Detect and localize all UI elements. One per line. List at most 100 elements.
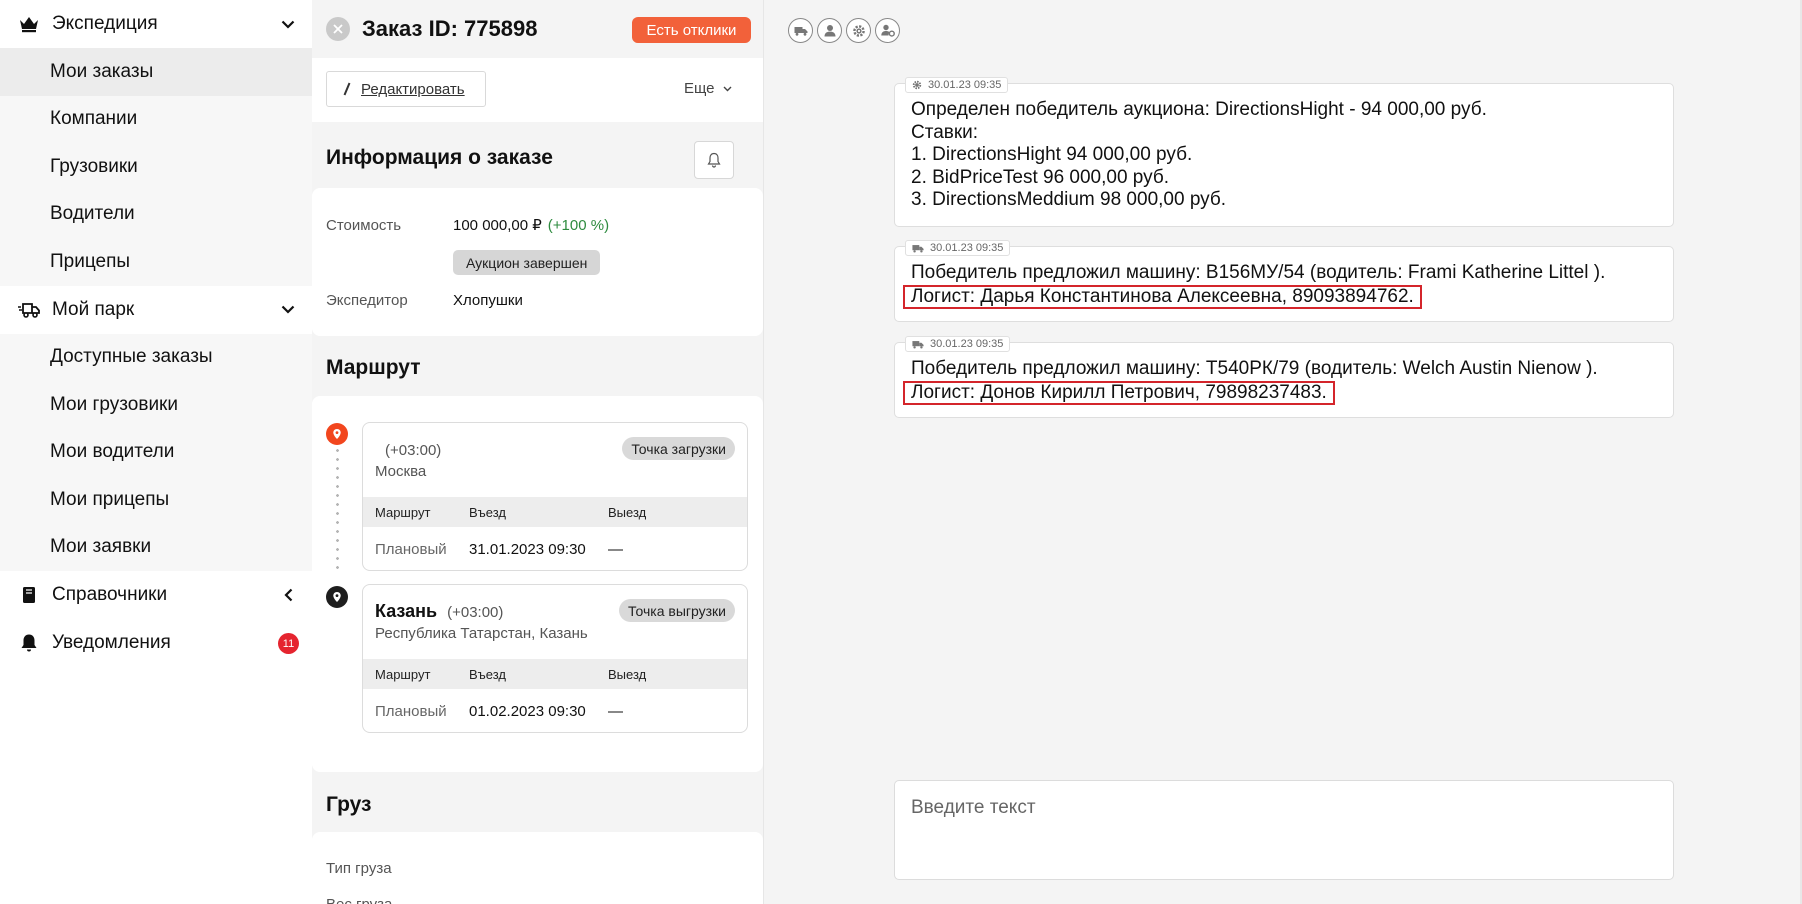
cost-row: Стоимость 100 000,00 ₽ (+100 %) bbox=[326, 216, 609, 234]
message-line: Ставки: bbox=[911, 121, 979, 143]
user-gear-icon bbox=[880, 24, 895, 37]
sidebar-item-my-trucks[interactable]: Мои грузовики bbox=[0, 381, 312, 429]
sidebar-item-trailers[interactable]: Прицепы bbox=[0, 238, 312, 286]
order-toolbar: Редактировать Еще bbox=[312, 58, 763, 122]
order-panel: Заказ ID: 775898 Есть отклики Редактиров… bbox=[312, 0, 763, 904]
close-icon bbox=[333, 24, 343, 34]
bell-icon bbox=[707, 152, 721, 168]
book-icon bbox=[18, 584, 40, 606]
message-meta: 30.01.23 09:35 bbox=[905, 336, 1011, 352]
order-info-header: Информация о заказе bbox=[312, 122, 763, 188]
route-stop-loading[interactable]: (+03:00) Москва Точка загрузки Маршрут В… bbox=[362, 422, 748, 571]
truck-fast-icon bbox=[18, 299, 40, 321]
stop-table-header: Маршрут Въезд Выезд bbox=[363, 497, 747, 527]
nav-group-references[interactable]: Справочники bbox=[0, 571, 312, 619]
sidebar-item-my-drivers[interactable]: Мои водители bbox=[0, 429, 312, 477]
chat-message: 30.01.23 09:35 Определен победитель аукц… bbox=[894, 77, 1674, 227]
col-exit: Выезд bbox=[608, 666, 647, 682]
message-meta: 30.01.23 09:35 bbox=[905, 240, 1011, 256]
chevron-left-icon[interactable] bbox=[278, 585, 298, 605]
stop-address: Москва bbox=[375, 463, 427, 480]
user-icon bbox=[824, 24, 836, 37]
stop-city-line: (+03:00) bbox=[375, 439, 441, 460]
message-text: Определен победитель аукциона: Direction… bbox=[911, 99, 1487, 212]
message-line: Победитель предложил машину: В156МУ/54 (… bbox=[911, 262, 1606, 283]
system-filter-button[interactable] bbox=[846, 18, 871, 43]
cargo-card: Тип груза Вес груза bbox=[312, 832, 763, 904]
message-line: Определен победитель аукциона: Direction… bbox=[911, 99, 1487, 120]
forwarder-label: Экспедитор bbox=[326, 292, 408, 309]
chat-message-input[interactable] bbox=[894, 780, 1674, 880]
message-line: 1. DirectionsHight 94 000,00 руб. bbox=[911, 144, 1193, 165]
sidebar-item-my-trailers[interactable]: Мои прицепы bbox=[0, 476, 312, 524]
subnav-my-fleet: Доступные заказы Мои грузовики Мои водит… bbox=[0, 333, 312, 572]
cargo-weight-label: Вес груза bbox=[326, 896, 392, 904]
truck-filter-button[interactable] bbox=[788, 18, 813, 43]
chat-message: 30.01.23 09:35 Победитель предложил маши… bbox=[894, 240, 1674, 322]
auction-status-chip: Аукцион завершен bbox=[453, 250, 601, 275]
more-dropdown[interactable]: Еще bbox=[684, 80, 732, 97]
nav-group-my-fleet[interactable]: Мой парк bbox=[0, 286, 312, 334]
cost-value: 100 000,00 ₽ bbox=[453, 217, 542, 234]
more-label: Еще bbox=[684, 80, 715, 97]
forwarder-row: Экспедитор Хлопушки bbox=[326, 292, 523, 309]
message-time: 30.01.23 09:35 bbox=[930, 338, 1004, 350]
chat-panel: 30.01.23 09:35 Определен победитель аукц… bbox=[763, 0, 1802, 904]
chat-message: 30.01.23 09:35 Победитель предложил маши… bbox=[894, 336, 1674, 418]
row-type: Плановый bbox=[375, 702, 447, 720]
nav-group-expedition[interactable]: Экспедиция bbox=[0, 0, 312, 48]
row-type: Плановый bbox=[375, 540, 447, 558]
route-title: Маршрут bbox=[326, 356, 421, 379]
crown-icon bbox=[18, 13, 40, 35]
chevron-down-icon[interactable] bbox=[278, 14, 298, 34]
row-entry: 01.02.2023 09:30 bbox=[469, 702, 586, 720]
edit-order-label: Редактировать bbox=[361, 80, 465, 98]
chat-filter-icons bbox=[788, 18, 900, 43]
table-row: Плановый 01.02.2023 09:30 — bbox=[363, 689, 747, 732]
stop-table-header: Маршрут Въезд Выезд bbox=[363, 659, 747, 689]
loading-pin-icon bbox=[326, 423, 348, 445]
stop-address: Республика Татарстан, Казань bbox=[375, 625, 588, 642]
col-entry: Въезд bbox=[469, 504, 507, 520]
message-time: 30.01.23 09:35 bbox=[928, 79, 1002, 91]
truck-icon bbox=[912, 244, 924, 253]
table-row: Плановый 31.01.2023 09:30 — bbox=[363, 527, 747, 570]
col-route: Маршрут bbox=[375, 504, 431, 520]
unloading-pin-icon bbox=[326, 586, 348, 608]
sidebar-item-drivers[interactable]: Водители bbox=[0, 191, 312, 239]
sidebar-item-my-requests[interactable]: Мои заявки bbox=[0, 524, 312, 572]
stop-type-chip: Точка загрузки bbox=[622, 437, 735, 460]
order-info-title: Информация о заказе bbox=[326, 146, 553, 169]
bell-icon bbox=[18, 632, 40, 654]
sidebar-item-trucks[interactable]: Грузовики bbox=[0, 143, 312, 191]
message-meta: 30.01.23 09:35 bbox=[905, 77, 1009, 93]
edit-order-button[interactable]: Редактировать bbox=[326, 71, 486, 107]
message-line: Победитель предложил машину: Т540РК/79 (… bbox=[911, 358, 1598, 379]
nav-group-notifications[interactable]: Уведомления 11 bbox=[0, 619, 312, 667]
user-settings-filter-button[interactable] bbox=[875, 18, 900, 43]
nav-group-label: Экспедиция bbox=[52, 13, 158, 34]
user-filter-button[interactable] bbox=[817, 18, 842, 43]
responses-button[interactable]: Есть отклики bbox=[632, 17, 751, 43]
cost-label: Стоимость bbox=[326, 217, 402, 234]
sidebar: Экспедиция Мои заказы Компании Грузовики… bbox=[0, 0, 312, 904]
message-line: 3. DirectionsMeddium 98 000,00 руб. bbox=[911, 189, 1227, 210]
order-header: Заказ ID: 775898 Есть отклики bbox=[312, 0, 763, 58]
message-time: 30.01.23 09:35 bbox=[930, 242, 1004, 254]
stop-timezone: (+03:00) bbox=[447, 604, 504, 621]
subscribe-notifications-button[interactable] bbox=[694, 141, 734, 179]
chevron-down-icon[interactable] bbox=[278, 300, 298, 320]
notifications-count-badge: 11 bbox=[278, 633, 299, 654]
sidebar-item-companies[interactable]: Компании bbox=[0, 96, 312, 144]
row-exit: — bbox=[608, 702, 623, 720]
row-entry: 31.01.2023 09:30 bbox=[469, 540, 586, 558]
order-info-card: Стоимость 100 000,00 ₽ (+100 %) Аукцион за… bbox=[312, 188, 763, 336]
sidebar-item-available-orders[interactable]: Доступные заказы bbox=[0, 334, 312, 382]
gear-icon bbox=[912, 80, 922, 90]
gear-icon bbox=[852, 24, 866, 38]
order-title: Заказ ID: 775898 bbox=[362, 16, 538, 41]
stop-city-line: Казань (+03:00) bbox=[375, 601, 503, 622]
sidebar-item-my-orders[interactable]: Мои заказы bbox=[0, 48, 312, 96]
route-stop-unloading[interactable]: Казань (+03:00) Республика Татарстан, Каз… bbox=[362, 584, 748, 733]
close-order-button[interactable] bbox=[326, 17, 350, 41]
